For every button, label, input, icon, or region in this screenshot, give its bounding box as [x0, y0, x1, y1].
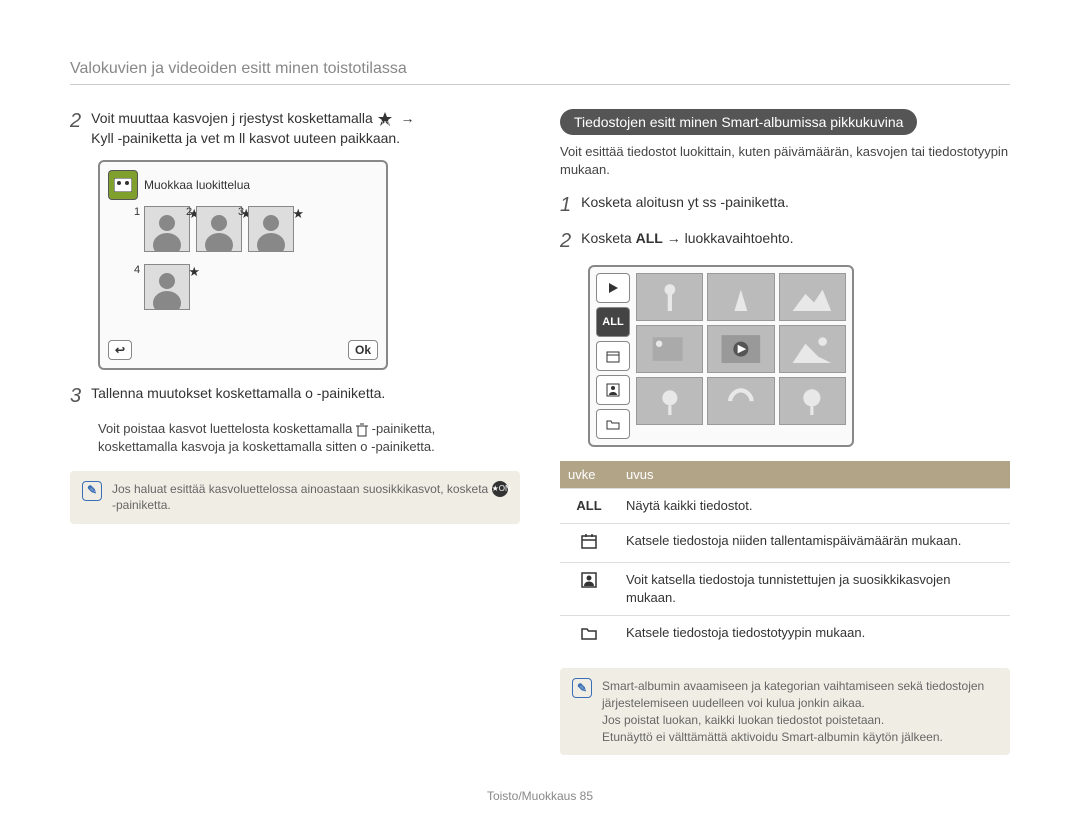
star-icon: ★: [188, 264, 200, 280]
star-icon: ★: [292, 206, 304, 222]
section-subtitle: Voit esittää tiedostot luokittain, kuten…: [560, 143, 1010, 179]
row-text: Katsele tiedostoja tiedostotyypin mukaan…: [618, 615, 1010, 654]
star-123-icon: 123: [377, 112, 393, 126]
row-icon-folder: [560, 615, 618, 654]
row-icon-calendar: [560, 523, 618, 563]
face-thumb-1[interactable]: [144, 206, 190, 252]
step-2b-text: Kosketa ALL → luokkavaihtoehto.: [581, 229, 793, 253]
step-3-text: Tallenna muutokset koskettamalla o -pain…: [91, 384, 385, 408]
step-number-3: 3: [70, 384, 81, 408]
face-rank-4: 4: [134, 264, 140, 276]
row-text: Näytä kaikki tiedostot.: [618, 489, 1010, 524]
thumbnail[interactable]: [707, 377, 774, 425]
page-header: Valokuvien ja videoiden esitt minen tois…: [70, 60, 1010, 85]
left-column: 2 Voit muuttaa kasvojen j rjestyst koske…: [70, 109, 520, 755]
face-thumb-2[interactable]: [196, 206, 242, 252]
category-table: uvkeuvus ALLNäytä kaikki tiedostot. Kats…: [560, 461, 1010, 654]
row-icon-person: [560, 563, 618, 615]
note-icon: ✎: [82, 481, 102, 501]
face-thumb-3[interactable]: [248, 206, 294, 252]
table-header-icon: uvke: [560, 461, 618, 489]
row-text: Voit katsella tiedostoja tunnistettujen …: [618, 563, 1010, 615]
right-column: Tiedostojen esitt minen Smart-albumissa …: [560, 109, 1010, 755]
face-rank-1: 1: [134, 206, 140, 218]
thumbnail[interactable]: [779, 273, 846, 321]
note-icon: ✎: [572, 678, 592, 698]
table-header-desc: uvus: [618, 461, 1010, 489]
trash-icon: [356, 423, 368, 437]
row-icon-all: ALL: [560, 489, 618, 524]
step-number-2b: 2: [560, 229, 571, 253]
thumbnail[interactable]: [636, 273, 703, 321]
ok-button[interactable]: Ok: [348, 340, 378, 360]
side-person-icon[interactable]: [596, 375, 630, 405]
thumbnail[interactable]: [636, 377, 703, 425]
side-calendar-icon[interactable]: [596, 341, 630, 371]
face-list-icon: [108, 170, 138, 200]
thumbnail[interactable]: [779, 325, 846, 373]
thumbnail-video[interactable]: [636, 325, 703, 373]
step-3-note: Voit poistaa kasvot luettelosta kosketta…: [98, 420, 520, 456]
thumbnail[interactable]: [707, 273, 774, 321]
edit-ranking-screen: Muokkaa luokittelua 1★ 2★ 3★ 4★ ↩ Ok: [98, 160, 388, 370]
section-pill: Tiedostojen esitt minen Smart-albumissa …: [560, 109, 917, 135]
svg-text:123: 123: [381, 121, 390, 126]
tip-note-left: ✎ Jos haluat esittää kasvoluettelossa ai…: [70, 471, 520, 525]
back-button[interactable]: ↩: [108, 340, 132, 360]
face-rank-2: 2: [186, 206, 192, 218]
face-thumb-4[interactable]: [144, 264, 190, 310]
side-play-icon[interactable]: [596, 273, 630, 303]
side-folder-icon[interactable]: [596, 409, 630, 439]
step-1-text: Kosketa aloitusn yt ss -painiketta.: [581, 193, 789, 217]
side-all-button[interactable]: ALL: [596, 307, 630, 337]
screen-title: Muokkaa luokittelua: [144, 178, 250, 192]
thumbnail-video[interactable]: [707, 325, 774, 373]
tip-note-right: ✎ Smart-albumin avaamiseen ja kategorian…: [560, 668, 1010, 755]
page-footer: Toisto/Muokkaus 85: [0, 789, 1080, 803]
step-2-text: Voit muuttaa kasvojen j rjestyst koskett…: [91, 109, 414, 148]
face-rank-3: 3: [238, 206, 244, 218]
favorite-on-icon: ★ON: [492, 481, 508, 497]
thumbnail[interactable]: [779, 377, 846, 425]
smart-album-screen: ALL: [588, 265, 854, 447]
step-number-2: 2: [70, 109, 81, 148]
row-text: Katsele tiedostoja niiden tallentamispäi…: [618, 523, 1010, 563]
step-number-1: 1: [560, 193, 571, 217]
